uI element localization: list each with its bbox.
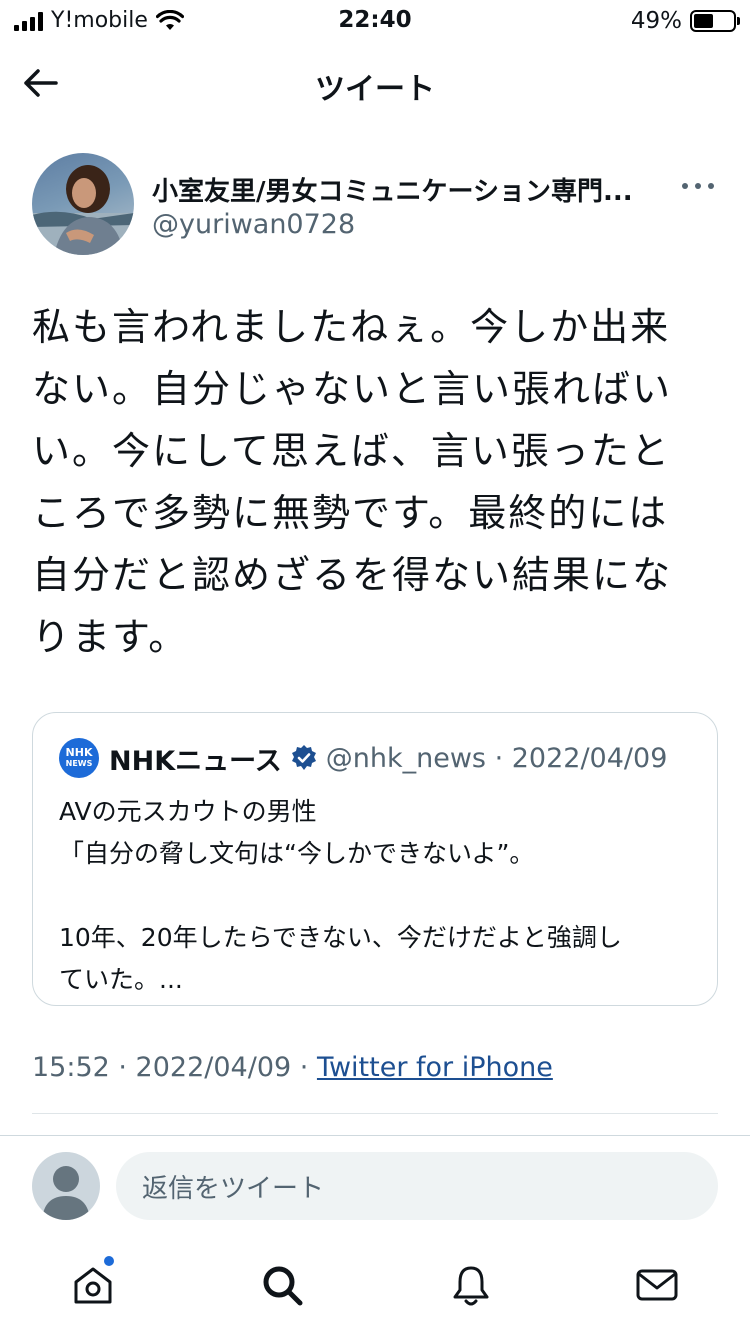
quoted-author-name: NHKニュース [109, 745, 282, 777]
tab-search[interactable] [257, 1260, 307, 1310]
tweet-author: 小室友里/男女コミュニケーション専門... @yuriwan0728 [32, 153, 718, 257]
quoted-tweet-text: AVの元スカウトの男性 「自分の脅し文句は“今しかできないよ”。 10年、20年… [59, 791, 699, 1001]
battery-percent: 49% [630, 8, 682, 34]
tweet-line: 私も言われましたねぇ。今しか出来 [32, 305, 671, 349]
author-handle[interactable]: @yuriwan0728 [152, 209, 355, 240]
tweet-line: 自分だと認めざるを得ない結果にな [32, 553, 673, 597]
logo-text: NEWS [65, 759, 93, 768]
dot-icon [708, 183, 714, 189]
avatar[interactable] [32, 153, 134, 255]
tweet-line: ります。 [32, 615, 189, 659]
status-right: 49% [630, 8, 740, 34]
tweet-line: い。今にして思えば、言い張ったと [32, 429, 671, 473]
notifications-icon [453, 1266, 489, 1306]
verified-badge-icon [291, 745, 316, 770]
tweet-timestamp: 15:52 · 2022/04/09 · [32, 1052, 317, 1083]
notification-dot [104, 1256, 114, 1266]
divider [0, 1135, 750, 1136]
reply-bar: 返信をツイート [0, 1150, 750, 1222]
tab-home[interactable] [68, 1260, 118, 1310]
quote-line: 10年、20年したらできない、今だけだよと強調し [59, 923, 622, 952]
tweet-line: ころで多勢に無勢です。最終的には [32, 491, 669, 535]
status-bar: Y!mobile 22:40 49% [0, 0, 750, 44]
nhk-logo-avatar: NHK NEWS [59, 738, 99, 778]
default-avatar-icon [42, 1166, 90, 1220]
quote-line [59, 875, 699, 917]
bottom-tab-bar [0, 1244, 750, 1334]
quote-line: AVの元スカウトの男性 [59, 797, 317, 826]
logo-text: NHK [65, 746, 93, 759]
quoted-handle-date: @nhk_news · 2022/04/09 [325, 742, 668, 774]
header: ツイート [0, 50, 750, 116]
dot-icon [695, 183, 701, 189]
battery-fill [694, 14, 713, 28]
dot-icon [682, 183, 688, 189]
search-icon [263, 1266, 303, 1306]
author-name[interactable]: 小室友里/男女コミュニケーション専門... [152, 171, 672, 208]
user-avatar[interactable] [32, 1152, 100, 1220]
tab-messages[interactable] [632, 1260, 682, 1310]
messages-icon [636, 1269, 678, 1301]
battery-icon [690, 10, 740, 32]
divider [32, 1113, 718, 1114]
quoted-tweet-header: NHK NEWS NHKニュース @nhk_news · 2022/04/09 [59, 738, 667, 778]
avatar-photo [32, 165, 134, 255]
home-icon [74, 1267, 112, 1304]
page-title: ツイート [315, 72, 435, 107]
quoted-tweet[interactable]: NHK NEWS NHKニュース @nhk_news · 2022/04/09 … [32, 712, 718, 1006]
reply-input[interactable]: 返信をツイート [116, 1152, 718, 1220]
tweet-text: 私も言われましたねぇ。今しか出来 ない。自分じゃないと言い張ればい い。今にして… [32, 296, 722, 668]
tweet-source-link[interactable]: Twitter for iPhone [317, 1052, 553, 1083]
tab-notifications[interactable] [446, 1260, 496, 1310]
tweet-meta: 15:52 · 2022/04/09 · Twitter for iPhone [32, 1052, 553, 1083]
quote-line: 「自分の脅し文句は“今しかできないよ”。 [59, 839, 535, 868]
more-options-button[interactable] [678, 171, 718, 201]
quote-line: ていた。... [59, 965, 183, 994]
tweet-line: ない。自分じゃないと言い張ればい [32, 367, 673, 411]
